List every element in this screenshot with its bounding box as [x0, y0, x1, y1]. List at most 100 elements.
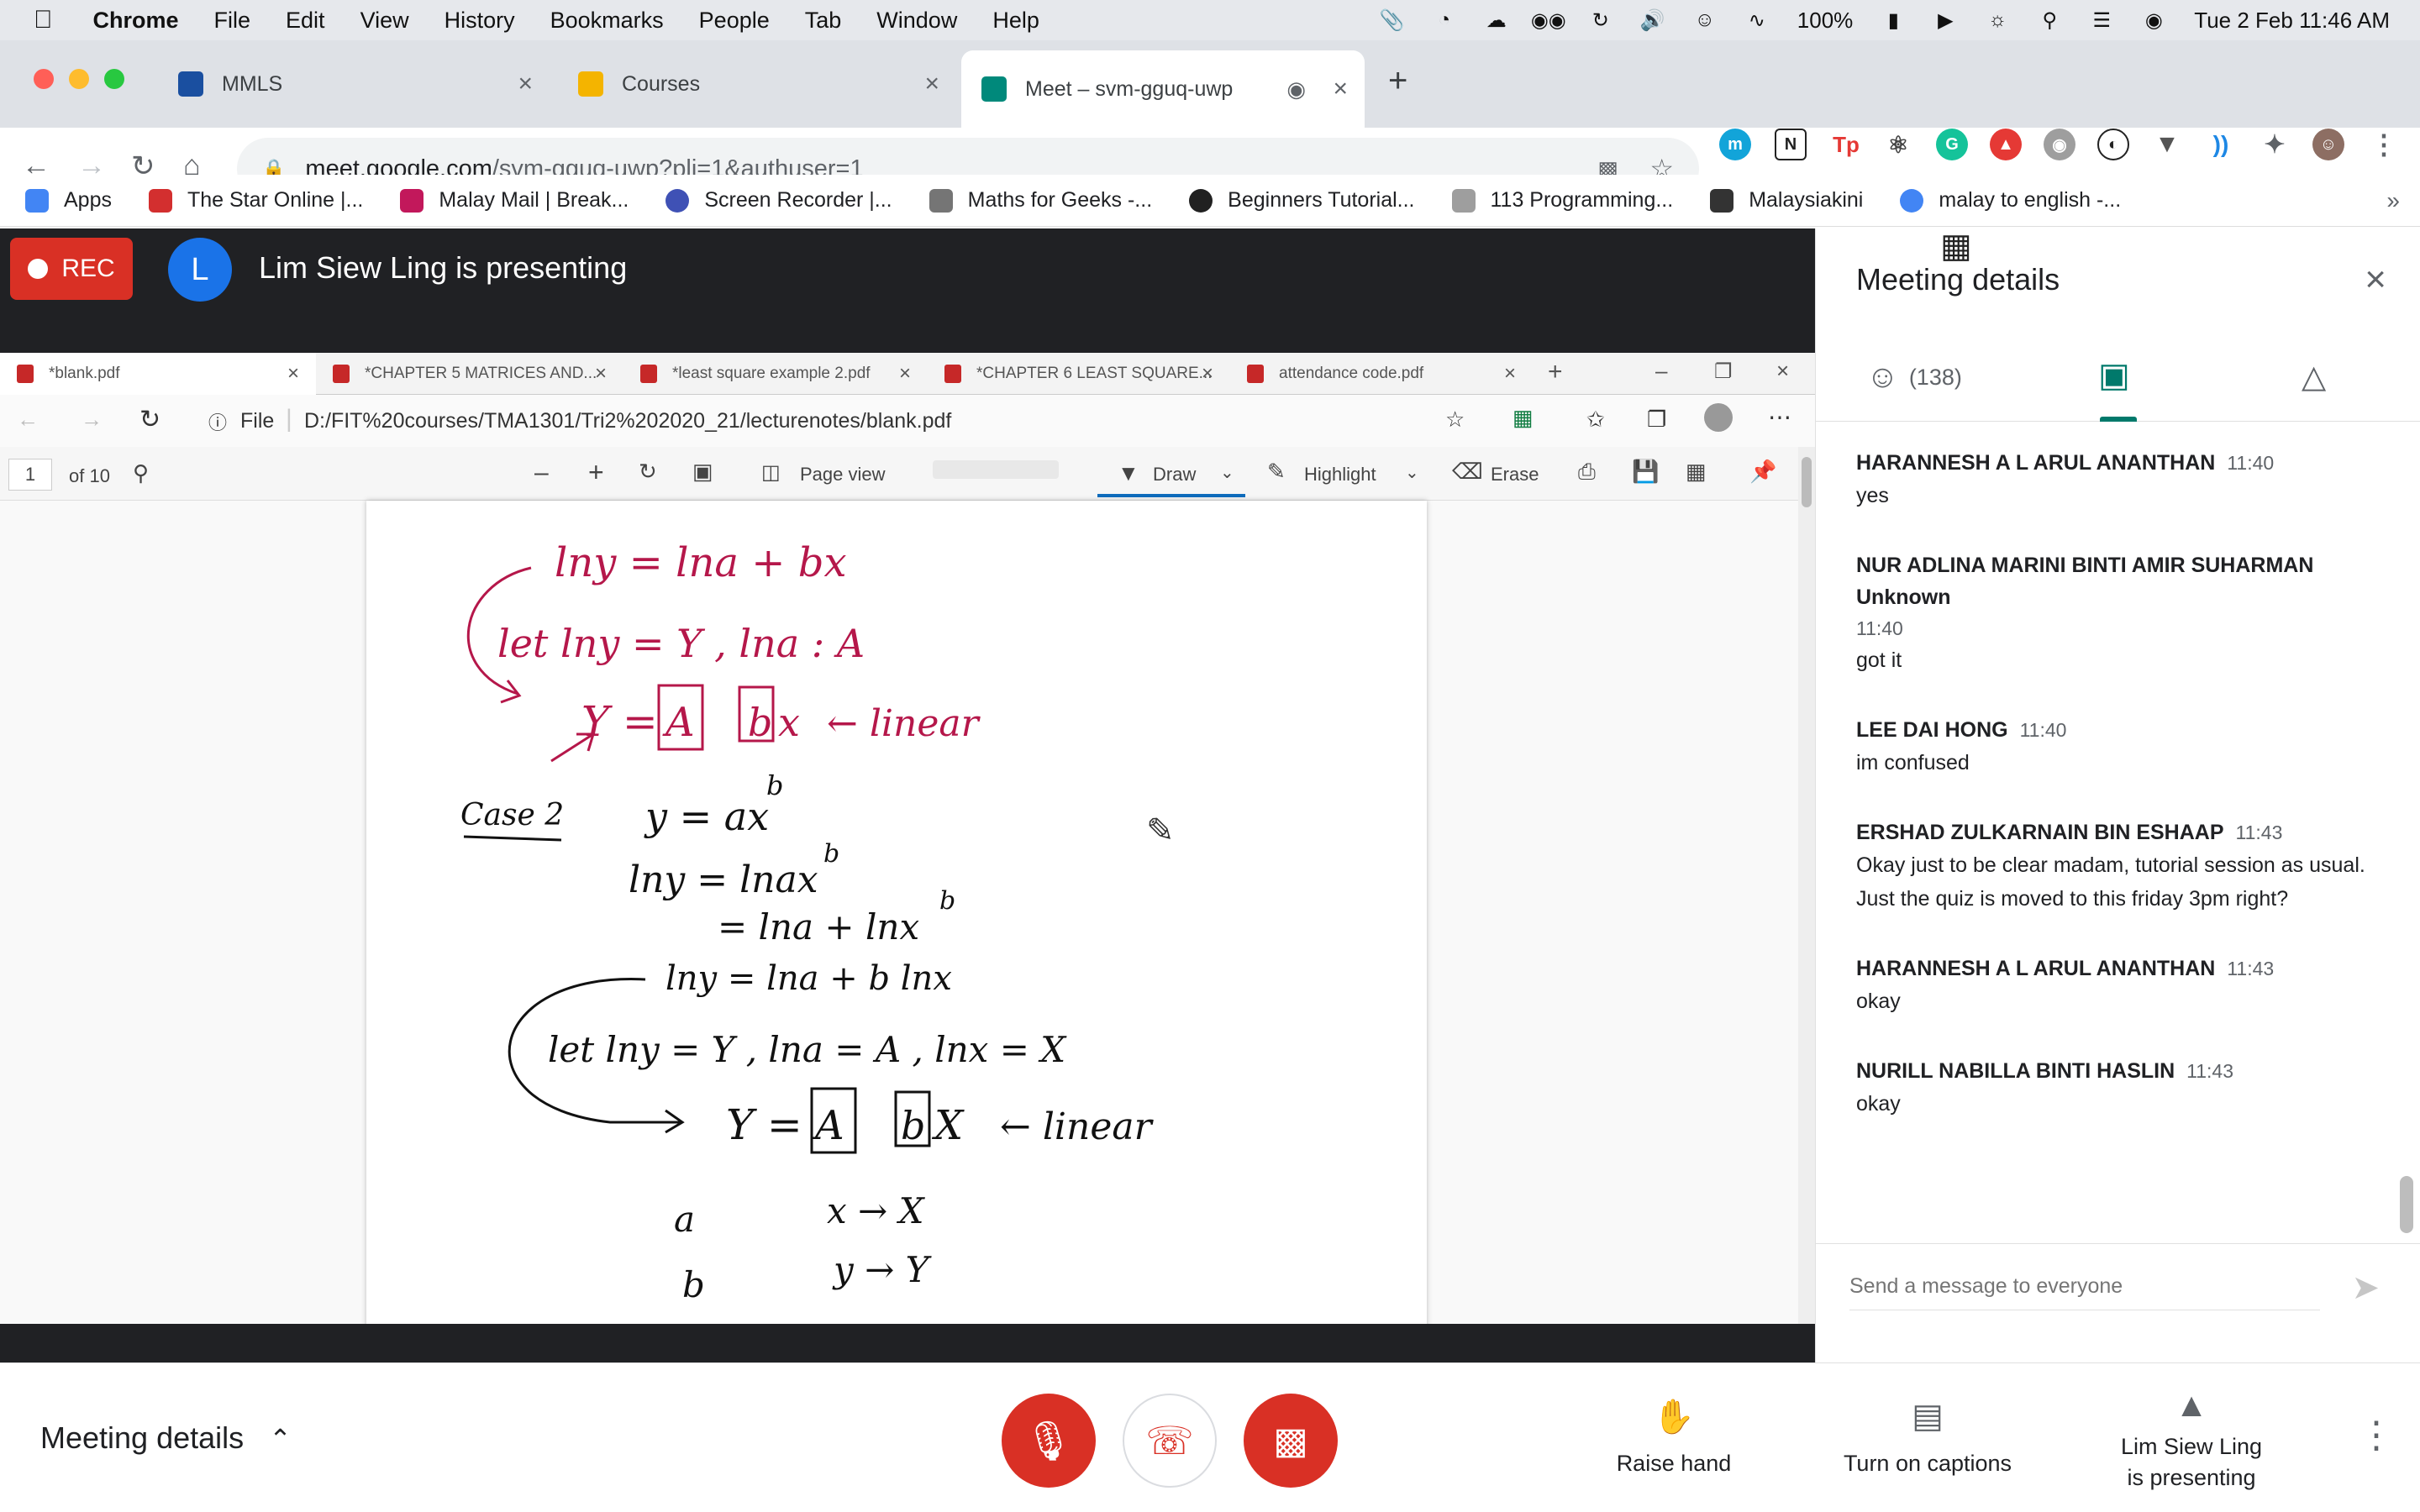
- menu-view[interactable]: View: [360, 8, 409, 34]
- more-options-icon[interactable]: ⋮: [2358, 1414, 2395, 1457]
- menu-bookmarks[interactable]: Bookmarks: [550, 8, 664, 34]
- menu-window[interactable]: Window: [876, 8, 957, 34]
- extensions-puzzle-icon[interactable]: ✦: [2259, 129, 2291, 160]
- minimize-window-button[interactable]: [69, 69, 89, 89]
- menu-help[interactable]: Help: [992, 8, 1039, 34]
- pdf-page-view-icon: ◫: [761, 461, 781, 484]
- malay-mail-icon: [400, 188, 424, 213]
- weather-icon[interactable]: ☼: [1986, 8, 2009, 32]
- chrome-menu-icon[interactable]: ⋮: [2368, 129, 2400, 160]
- menubar-datetime[interactable]: Tue 2 Feb 11:46 AM: [2194, 8, 2390, 34]
- paperclip-icon[interactable]: 📎: [1380, 8, 1405, 32]
- apple-icon[interactable]: : [34, 6, 53, 34]
- cloud-icon[interactable]: ☁: [1485, 8, 1508, 32]
- pdf-print-icon: ⎙: [1578, 459, 1596, 484]
- profile-avatar[interactable]: ☺: [2312, 129, 2344, 160]
- time-machine-icon[interactable]: ↻: [1589, 8, 1612, 32]
- user-icon[interactable]: ☺: [1693, 8, 1717, 32]
- gauge-icon[interactable]: ◔: [1433, 8, 1456, 32]
- message-sender: NURILL NABILLA BINTI HASLIN: [1856, 1059, 2175, 1083]
- chat-scrollbar[interactable]: [2400, 1176, 2413, 1233]
- extension-red-icon[interactable]: ▲: [1990, 129, 2022, 160]
- send-icon[interactable]: ➤: [2351, 1268, 2380, 1307]
- new-tab-icon[interactable]: +: [1388, 62, 1407, 100]
- siri-icon[interactable]: ◉: [2142, 8, 2165, 32]
- extension-notion-icon[interactable]: N: [1775, 129, 1807, 160]
- battery-icon[interactable]: ▮: [1881, 8, 1905, 32]
- hw-line-3-b: b: [748, 700, 772, 745]
- tab-activities[interactable]: △: [2302, 358, 2326, 396]
- bookmark-113-programming[interactable]: 113 Programming...: [1451, 188, 1673, 213]
- shared-tab-title: attendance code.pdf: [1279, 365, 1424, 382]
- meeting-details-button[interactable]: Meeting details ⌃: [40, 1420, 292, 1456]
- handwriting-canvas: lny = lna + bx let lny = Y , lna : A Y =…: [460, 539, 1175, 1305]
- chat-message-input[interactable]: [1849, 1263, 2320, 1310]
- extension-audio-icon[interactable]: )): [2205, 129, 2237, 160]
- bookmark-malay-to-english[interactable]: malay to english -...: [1900, 188, 2121, 213]
- bookmark-malay-mail[interactable]: Malay Mail | Break...: [400, 188, 629, 213]
- bookmark-beginners-tutorial[interactable]: Beginners Tutorial...: [1189, 188, 1415, 213]
- play-icon[interactable]: ▶: [1933, 8, 1957, 32]
- captions-button[interactable]: ▤ Turn on captions: [1835, 1397, 2020, 1477]
- hw-line-2: let lny = Y , lna : A: [497, 621, 865, 666]
- extension-m-icon[interactable]: m: [1719, 129, 1751, 160]
- bookmark-apps[interactable]: Apps: [25, 188, 112, 213]
- raise-hand-button[interactable]: ✋ Raise hand: [1613, 1397, 1734, 1477]
- bookmark-maths-for-geeks[interactable]: Maths for Geeks -...: [929, 188, 1152, 213]
- camera-toggle-button[interactable]: ▩: [1244, 1394, 1338, 1488]
- extension-react-icon[interactable]: ⚛: [1882, 129, 1914, 160]
- shared-sheets-icon: ▦: [1512, 405, 1534, 430]
- extension-tp-icon[interactable]: Tp: [1830, 129, 1862, 160]
- mic-toggle-button[interactable]: 🎙: [1002, 1394, 1096, 1488]
- chat-message: ERSHAD ZULKARNAIN BIN ESHAAP 11:43 Okay j…: [1856, 816, 2377, 916]
- menu-people[interactable]: People: [699, 8, 770, 34]
- browser-tab-courses[interactable]: Courses ×: [558, 54, 956, 114]
- leave-call-button[interactable]: ☏: [1123, 1394, 1217, 1488]
- spotlight-search-icon[interactable]: ⚲: [2038, 8, 2061, 32]
- wifi-icon[interactable]: ∿: [1745, 8, 1769, 32]
- close-tab-icon[interactable]: ×: [518, 70, 533, 98]
- close-panel-icon[interactable]: ×: [2365, 259, 2386, 301]
- hw-r2-b: y → Y: [832, 1249, 933, 1290]
- shared-address-bar: ← → ↻ ⓘ File | D:/FIT%20courses/TMA1301/…: [0, 395, 1815, 447]
- hw-c2-sup: b: [823, 839, 839, 869]
- volume-icon[interactable]: 🔊: [1640, 8, 1665, 32]
- meet-bottom-bar: Meeting details ⌃ 🎙 ☏ ▩ ✋ Raise hand ▤ T…: [0, 1362, 2420, 1512]
- close-window-button[interactable]: [34, 69, 54, 89]
- browser-tab-meet[interactable]: Meet – svm-gguq-uwp ◉ ×: [961, 50, 1365, 128]
- extension-circle-icon[interactable]: ◐: [2097, 129, 2129, 160]
- message-sender: HARANNESH A L ARUL ANANTHAN: [1856, 957, 2216, 980]
- bookmark-star-online[interactable]: The Star Online |...: [148, 188, 363, 213]
- recording-badge[interactable]: REC: [10, 238, 133, 300]
- glasses-icon[interactable]: ◉◉: [1531, 8, 1566, 32]
- tab-chat[interactable]: ▣: [2098, 356, 2130, 395]
- presenting-button[interactable]: ▲ Lim Siew Ling is presenting: [2116, 1387, 2267, 1491]
- close-tab-icon: ×: [594, 362, 607, 385]
- extension-screenshot-icon[interactable]: ◉: [2044, 129, 2075, 160]
- extension-v-icon[interactable]: ▼: [2151, 129, 2183, 160]
- shared-favorites-icon: ✩: [1586, 407, 1605, 432]
- pdf-draw-dropdown-icon: ⌄: [1220, 464, 1234, 482]
- menu-file[interactable]: File: [214, 8, 251, 34]
- zoom-window-button[interactable]: [104, 69, 124, 89]
- tab-people[interactable]: ☺ (138): [1866, 360, 1962, 396]
- menu-tab[interactable]: Tab: [805, 8, 842, 34]
- bookmark-screen-recorder[interactable]: Screen Recorder |...: [666, 188, 892, 213]
- shared-info-icon: ⓘ: [208, 412, 228, 433]
- menu-history[interactable]: History: [445, 8, 515, 34]
- menu-app-name[interactable]: Chrome: [93, 8, 179, 34]
- menu-edit[interactable]: Edit: [286, 8, 325, 34]
- bookmark-malaysiakini[interactable]: Malaysiakini: [1710, 188, 1863, 213]
- message-text: yes: [1856, 484, 1889, 507]
- panel-tabs: ☺ (138) ▣ △: [1816, 346, 2420, 422]
- shared-tab-title: *CHAPTER 6 LEAST SQUARE...: [976, 365, 1213, 382]
- close-tab-icon[interactable]: ×: [924, 70, 939, 98]
- browser-tab-mmls[interactable]: MMLS ×: [158, 54, 550, 114]
- pencil-cursor-icon: ✎: [1146, 811, 1175, 850]
- control-center-icon[interactable]: ☰: [2090, 8, 2113, 32]
- bookmarks-overflow-icon[interactable]: »: [2386, 187, 2400, 214]
- extension-grammarly-icon[interactable]: G: [1936, 129, 1968, 160]
- close-tab-icon[interactable]: ×: [1333, 75, 1348, 103]
- message-text: Okay just to be clear madam, tutorial se…: [1856, 853, 2365, 911]
- avatar-initial: L: [191, 251, 209, 287]
